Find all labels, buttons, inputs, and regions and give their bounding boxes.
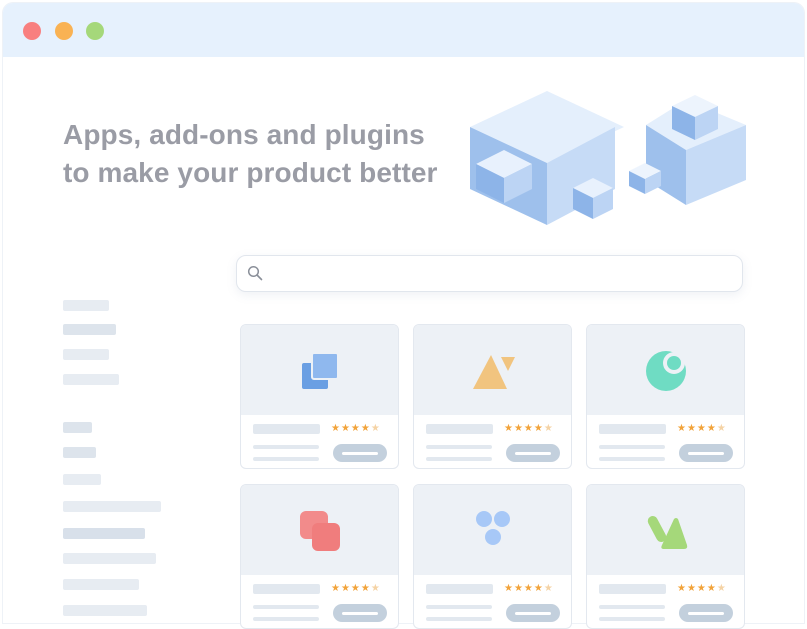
card-title-placeholder [426, 424, 493, 434]
card-text-placeholder [599, 617, 665, 621]
sidebar-item[interactable] [63, 374, 119, 385]
overlapping-squares-icon [302, 352, 339, 389]
isometric-cubes-illustration [470, 91, 746, 225]
card-text-placeholder [253, 605, 319, 609]
minimize-dot[interactable] [55, 22, 73, 40]
rating-stars: ★★★★★ [504, 423, 554, 434]
card-text-placeholder [599, 605, 665, 609]
app-card[interactable]: ★★★★★ [413, 484, 572, 629]
crescent-moon-icon [646, 351, 686, 391]
card-text-placeholder [253, 457, 319, 461]
sidebar-item[interactable] [63, 528, 145, 539]
sidebar-item[interactable] [63, 422, 92, 433]
card-text-placeholder [426, 457, 492, 461]
card-image [587, 325, 744, 415]
card-title-placeholder [426, 584, 493, 594]
maximize-dot[interactable] [86, 22, 104, 40]
install-button[interactable] [333, 444, 387, 462]
headline-line-2: to make your product better [63, 157, 438, 188]
card-image [241, 485, 398, 575]
search-icon [247, 265, 263, 281]
card-title-placeholder [253, 424, 320, 434]
sidebar-item[interactable] [63, 447, 96, 458]
card-image [241, 325, 398, 415]
card-text-placeholder [599, 457, 665, 461]
card-image [414, 325, 571, 415]
rating-stars: ★★★★★ [677, 423, 727, 434]
three-circles-icon [476, 511, 510, 545]
search-input[interactable] [236, 255, 743, 292]
close-dot[interactable] [23, 22, 41, 40]
card-title-placeholder [599, 584, 666, 594]
card-text-placeholder [253, 445, 319, 449]
app-card[interactable]: ★★★★★ [240, 484, 399, 629]
install-button[interactable] [679, 444, 733, 462]
card-title-placeholder [599, 424, 666, 434]
rounded-squares-icon [300, 511, 340, 551]
app-card[interactable]: ★★★★★ [586, 324, 745, 469]
card-text-placeholder [599, 445, 665, 449]
rating-stars: ★★★★★ [504, 583, 554, 594]
headline-line-1: Apps, add-ons and plugins [63, 119, 425, 150]
rating-stars: ★★★★★ [331, 423, 381, 434]
triangles-icon [473, 355, 515, 389]
sidebar-item[interactable] [63, 474, 101, 485]
sidebar-item[interactable] [63, 553, 156, 564]
card-text-placeholder [426, 605, 492, 609]
page-headline: Apps, add-ons and plugins to make your p… [63, 116, 438, 192]
sidebar-item[interactable] [63, 501, 161, 512]
card-image [414, 485, 571, 575]
sidebar-item[interactable] [63, 324, 116, 335]
sidebar-item[interactable] [63, 579, 139, 590]
sidebar-item[interactable] [63, 300, 109, 311]
install-button[interactable] [333, 604, 387, 622]
sidebar-item[interactable] [63, 605, 147, 616]
pill-triangle-icon [647, 516, 688, 549]
app-card[interactable]: ★★★★★ [586, 484, 745, 629]
card-text-placeholder [426, 617, 492, 621]
app-card[interactable]: ★★★★★ [413, 324, 572, 469]
card-image [587, 485, 744, 575]
install-button[interactable] [679, 604, 733, 622]
card-text-placeholder [253, 617, 319, 621]
sidebar-item[interactable] [63, 349, 109, 360]
rating-stars: ★★★★★ [677, 583, 727, 594]
install-button[interactable] [506, 444, 560, 462]
card-title-placeholder [253, 584, 320, 594]
app-card[interactable]: ★★★★★ [240, 324, 399, 469]
card-text-placeholder [426, 445, 492, 449]
window-titlebar [3, 3, 804, 57]
rating-stars: ★★★★★ [331, 583, 381, 594]
install-button[interactable] [506, 604, 560, 622]
